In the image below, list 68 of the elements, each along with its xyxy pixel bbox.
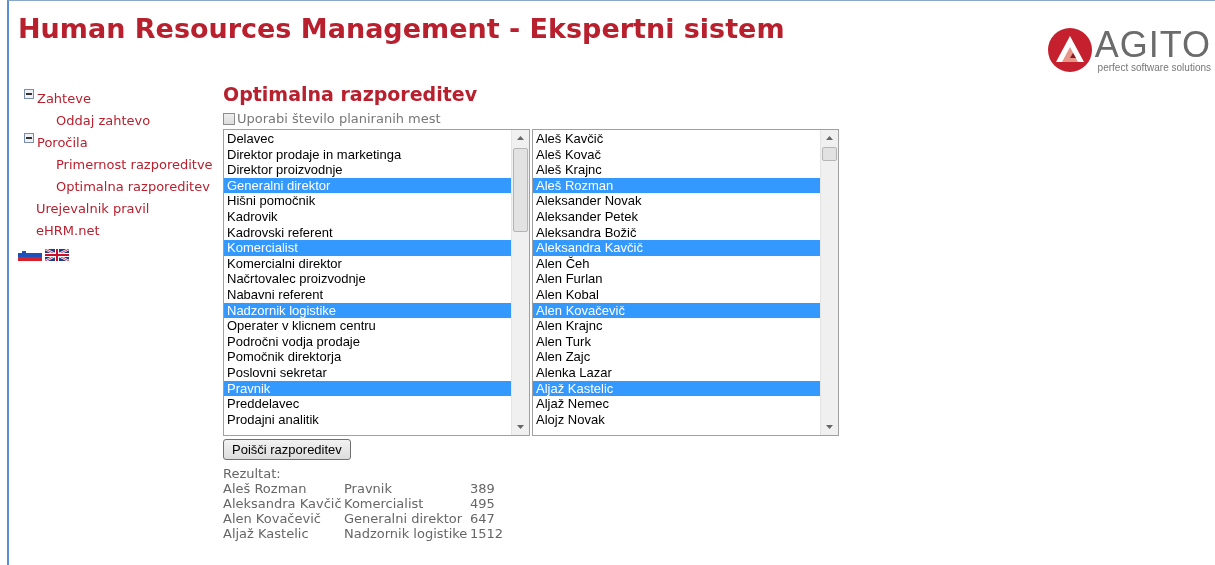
position-listbox[interactable]: [223, 129, 530, 436]
list-option[interactable]: Aleksander Novak: [533, 193, 820, 209]
list-option[interactable]: Pomočnik direktorja: [224, 349, 511, 365]
result-cell-text: Pravnik: [344, 481, 393, 496]
result-cell-text: Aleksandra Kavčič: [223, 496, 343, 511]
list-option[interactable]: Področni vodja prodaje: [224, 333, 511, 350]
page-title: Human Resources Management - Ekspertni sistem: [18, 13, 785, 44]
list-option[interactable]: Načrtovalec proizvodnje: [224, 271, 511, 287]
sidebar-link[interactable]: Urejevalnik pravil: [36, 200, 150, 216]
scrollbar[interactable]: [511, 130, 529, 435]
result-cell-text: Komercialist: [344, 496, 425, 511]
checkbox-label: Uporabi število planiranih mest: [237, 111, 441, 126]
list-option[interactable]: Alen Zajc: [533, 349, 820, 365]
list-option[interactable]: Direktor prodaje in marketinga: [224, 146, 511, 163]
logo-name: AGITO: [1094, 27, 1211, 62]
list-option[interactable]: Prodajni analitik: [224, 411, 511, 428]
scroll-thumb[interactable]: [822, 147, 837, 161]
list-option[interactable]: Aleš Kovač: [533, 146, 820, 163]
list-option[interactable]: Alen Furlan: [533, 271, 820, 287]
list-option[interactable]: Hišni pomočnik: [224, 193, 511, 209]
result-cell-text: 1512: [470, 526, 505, 541]
sidebar-link[interactable]: Zahteve: [37, 90, 91, 106]
checkbox[interactable]: [223, 112, 235, 125]
list-option[interactable]: Alen Čeh: [533, 255, 820, 272]
list-option[interactable]: Operater v klicnem centru: [224, 318, 511, 334]
scroll-thumb[interactable]: [513, 148, 528, 232]
sidebar-link[interactable]: eHRM.net: [36, 222, 100, 238]
search-button[interactable]: Poišči razporeditev: [223, 439, 351, 460]
sidebar-link[interactable]: Poročila: [37, 134, 88, 150]
list-option[interactable]: Delavec: [224, 131, 511, 147]
list-option[interactable]: Preddelavec: [224, 396, 511, 412]
list-option[interactable]: Kadrovik: [224, 208, 511, 225]
result-cell-text: Generalni direktor: [344, 511, 464, 526]
list-option[interactable]: Direktor proizvodnje: [224, 162, 511, 178]
sidebar-link[interactable]: Primernost razporeditve: [56, 156, 213, 172]
list-option[interactable]: Poslovni sekretar: [224, 364, 511, 381]
employee-listbox[interactable]: [532, 129, 839, 436]
list-option[interactable]: Komercialni direktor: [224, 255, 511, 272]
result-cell-text: 647: [470, 511, 496, 526]
list-option[interactable]: Alojz Novak: [533, 411, 820, 428]
logo-icon: [1046, 27, 1093, 73]
result-cell-text: 389: [470, 481, 496, 496]
list-option[interactable]: Aljaž Nemec: [533, 396, 820, 412]
collapse-icon[interactable]: [24, 89, 34, 99]
list-option[interactable]: Nabavni referent: [224, 286, 511, 303]
list-option[interactable]: Aleš Kavčič: [533, 131, 820, 147]
scrollbar[interactable]: [820, 130, 838, 435]
list-option[interactable]: Aleksandra Božič: [533, 224, 820, 241]
list-option[interactable]: Alenka Lazar: [533, 364, 820, 381]
list-option[interactable]: Alen Kobal: [533, 286, 820, 303]
uk-flag-icon[interactable]: [45, 249, 69, 261]
result-cell-text: 495: [470, 496, 496, 511]
list-option[interactable]: Alen Turk: [533, 333, 820, 350]
result-cell-text: Alen Kovačevič: [223, 511, 322, 526]
result-cell-text: Aljaž Kastelic: [223, 526, 310, 541]
result-cell-text: Aleš Rozman: [223, 481, 308, 496]
sidebar-link[interactable]: Oddaj zahtevo: [56, 112, 151, 128]
list-option[interactable]: Aleš Krajnc: [533, 162, 820, 178]
sidebar-link[interactable]: Optimalna razporeditev: [56, 178, 210, 194]
section-title: Optimalna razporeditev: [223, 83, 479, 105]
logo-tagline: perfect software solutions: [1097, 61, 1211, 73]
result-cell-text: Nadzornik logistike: [344, 526, 469, 541]
slovenian-flag-icon[interactable]: [18, 249, 42, 261]
list-option[interactable]: Kadrovski referent: [224, 224, 511, 241]
list-option[interactable]: Alen Krajnc: [533, 318, 820, 334]
result-label: Rezultat:: [223, 466, 282, 481]
collapse-icon[interactable]: [24, 133, 34, 143]
list-option[interactable]: Aleksander Petek: [533, 208, 820, 225]
